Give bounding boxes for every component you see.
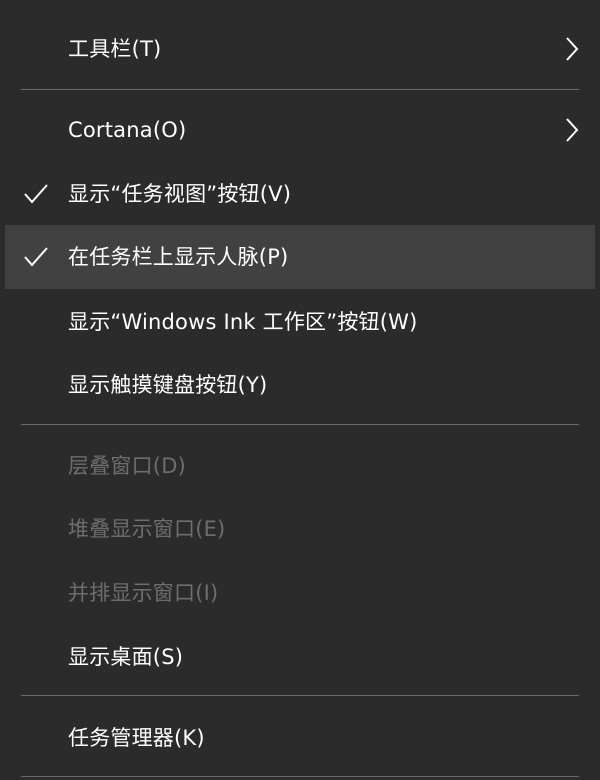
menu-separator <box>21 695 579 696</box>
menu-item-show-task-view-button[interactable]: 显示“任务视图”按钮(V) <box>5 162 595 226</box>
menu-item-label: 堆叠显示窗口(E) <box>68 517 226 541</box>
menu-item-toolbars[interactable]: 工具栏(T) <box>5 17 595 81</box>
menu-item-show-windows-ink-button[interactable]: 显示“Windows Ink 工作区”按钮(W) <box>5 290 595 354</box>
menu-item-label: Cortana(O) <box>68 118 187 142</box>
menu-item-label: 层叠窗口(D) <box>68 454 186 478</box>
checkmark-icon <box>24 247 48 267</box>
context-menu: 工具栏(T) Cortana(O) 显示“任务视图”按钮(V) 在任务栏上显示人… <box>0 0 600 780</box>
menu-item-label: 在任务栏上显示人脉(P) <box>68 245 289 269</box>
menu-item-label: 显示触摸键盘按钮(Y) <box>68 373 268 397</box>
checkmark-icon <box>24 184 48 204</box>
chevron-right-icon <box>566 37 579 61</box>
menu-item-label: 显示“Windows Ink 工作区”按钮(W) <box>68 310 418 334</box>
menu-item-cascade-windows: 层叠窗口(D) <box>5 434 595 498</box>
menu-item-stack-windows: 堆叠显示窗口(E) <box>5 497 595 561</box>
menu-item-label: 显示“任务视图”按钮(V) <box>68 182 292 206</box>
menu-item-task-manager[interactable]: 任务管理器(K) <box>5 706 595 770</box>
menu-item-show-touch-keyboard-button[interactable]: 显示触摸键盘按钮(Y) <box>5 353 595 417</box>
chevron-right-icon <box>566 118 579 142</box>
menu-separator <box>21 89 579 90</box>
menu-item-show-desktop[interactable]: 显示桌面(S) <box>5 625 595 689</box>
menu-separator <box>21 424 579 425</box>
menu-separator <box>21 776 579 777</box>
menu-item-cortana[interactable]: Cortana(O) <box>5 98 595 162</box>
menu-item-show-people[interactable]: 在任务栏上显示人脉(P) <box>5 225 595 289</box>
menu-item-side-by-side-windows: 并排显示窗口(I) <box>5 561 595 625</box>
menu-item-label: 任务管理器(K) <box>68 726 205 750</box>
menu-item-label: 工具栏(T) <box>68 37 162 61</box>
menu-item-label: 并排显示窗口(I) <box>68 581 219 605</box>
menu-item-label: 显示桌面(S) <box>68 645 184 669</box>
